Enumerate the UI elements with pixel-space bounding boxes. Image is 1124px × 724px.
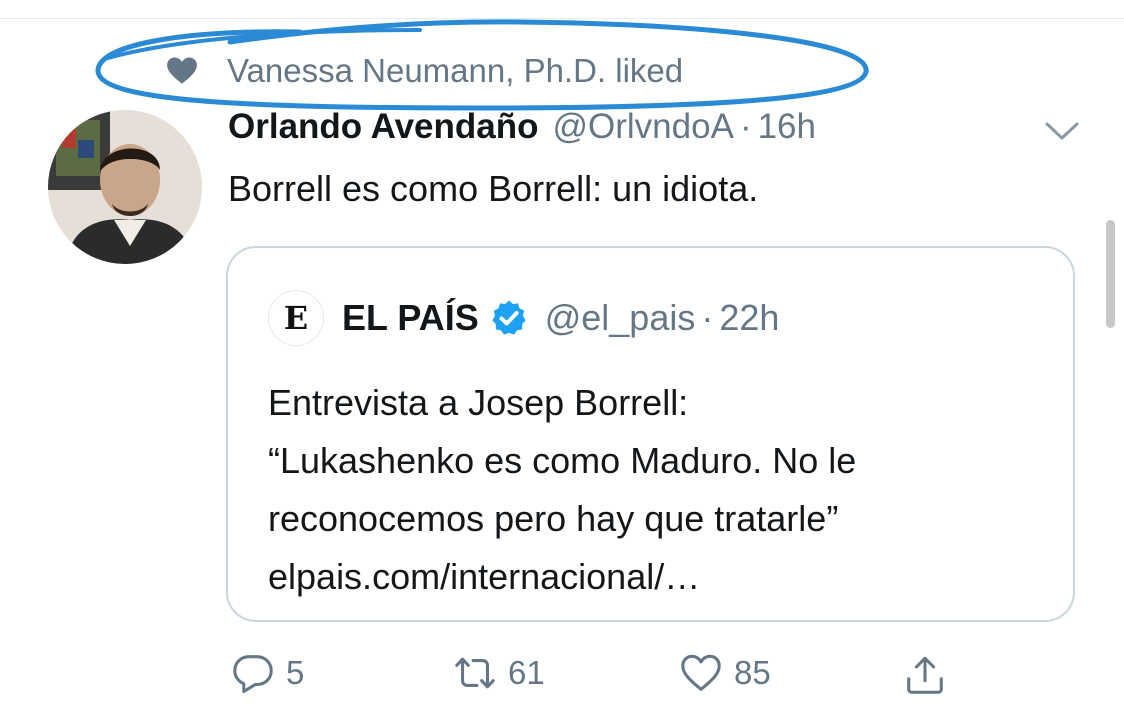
liked-by-text[interactable]: Vanessa Neumann, Ph.D. liked <box>227 52 683 90</box>
top-divider <box>0 0 1124 19</box>
quoted-author-handle: @el_pais <box>544 297 696 338</box>
quoted-tweet-header: E EL PAÍS @el_pais · 22h <box>268 290 779 346</box>
tweet-header: Orlando Avendaño @OrlvndoA · 16h <box>228 107 816 147</box>
tweet-actions-bar: 5 61 85 <box>0 650 1124 710</box>
retweet-button[interactable]: 61 <box>452 650 545 696</box>
quoted-text-line: Entrevista a Josep Borrell: <box>268 382 689 423</box>
quoted-tweet-timestamp: 22h <box>719 297 780 338</box>
share-icon <box>907 656 943 694</box>
quoted-header-separator: · <box>701 297 714 338</box>
quoted-author-name: EL PAÍS <box>342 297 479 338</box>
author-name[interactable]: Orlando Avendaño <box>228 107 539 147</box>
heart-outline-icon <box>681 654 721 691</box>
reply-button[interactable]: 5 <box>230 650 304 696</box>
like-count: 85 <box>734 654 771 691</box>
heart-icon <box>167 57 197 84</box>
tweet-timestamp[interactable]: 16h <box>758 107 816 147</box>
quoted-tweet-text: Entrevista a Josep Borrell: “Lukashenko … <box>268 374 856 606</box>
like-button[interactable]: 85 <box>678 650 771 696</box>
header-separator: · <box>739 107 752 146</box>
reply-icon <box>233 655 273 693</box>
author-handle[interactable]: @OrlvndoA <box>553 107 734 147</box>
retweet-count: 61 <box>508 654 545 691</box>
retweet-icon <box>455 657 495 689</box>
quoted-tweet-card[interactable]: E EL PAÍS @el_pais · 22h Entrevista a Jo… <box>226 246 1075 622</box>
quoted-text-line: reconocemos pero hay que tratarle” <box>268 498 839 539</box>
quoted-link[interactable]: elpais.com/internacional/… <box>268 548 856 606</box>
quoted-text-line: “Lukashenko es como Maduro. No le <box>268 440 857 481</box>
tweet-text: Borrell es como Borrell: un idiota. <box>228 168 759 209</box>
share-button[interactable] <box>902 652 948 698</box>
social-context: Vanessa Neumann, Ph.D. liked <box>165 52 683 90</box>
el-pais-logo: E <box>268 290 324 346</box>
chevron-down-icon[interactable] <box>1043 118 1081 144</box>
reply-count: 5 <box>286 654 305 691</box>
scrollbar[interactable] <box>1106 220 1115 328</box>
verified-badge-icon <box>492 300 526 335</box>
author-avatar[interactable] <box>48 110 202 264</box>
